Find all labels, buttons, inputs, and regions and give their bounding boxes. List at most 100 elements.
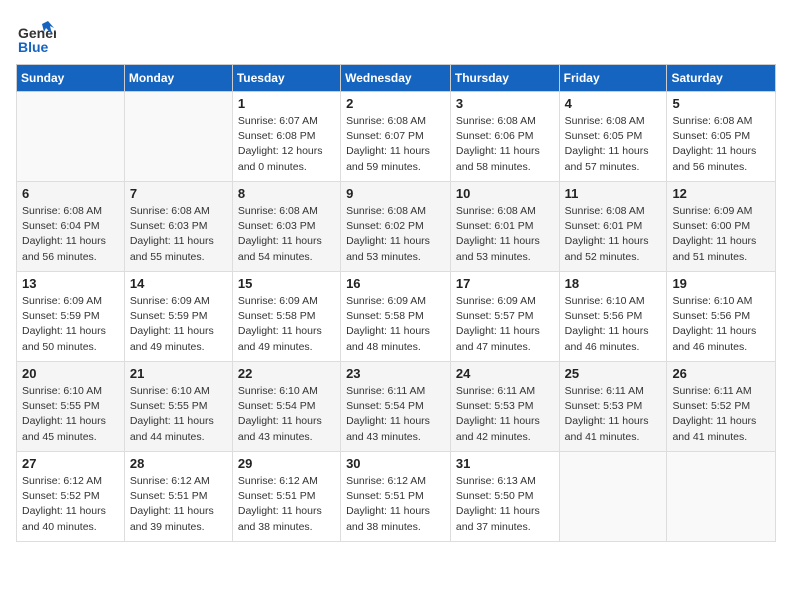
day-number: 2 [346, 96, 445, 111]
day-info: Sunrise: 6:09 AMSunset: 5:59 PMDaylight:… [130, 294, 227, 355]
day-info: Sunrise: 6:09 AMSunset: 5:59 PMDaylight:… [22, 294, 119, 355]
calendar-cell: 3Sunrise: 6:08 AMSunset: 6:06 PMDaylight… [450, 92, 559, 182]
day-number: 22 [238, 366, 335, 381]
calendar-cell [559, 452, 667, 542]
day-info: Sunrise: 6:08 AMSunset: 6:06 PMDaylight:… [456, 114, 554, 175]
day-number: 19 [672, 276, 770, 291]
day-info: Sunrise: 6:07 AMSunset: 6:08 PMDaylight:… [238, 114, 335, 175]
day-info: Sunrise: 6:08 AMSunset: 6:02 PMDaylight:… [346, 204, 445, 265]
calendar-cell: 2 Sunrise: 6:08 AMSunset: 6:07 PMDaylight… [341, 92, 451, 182]
day-info: Sunrise: 6:09 AMSunset: 5:58 PMDaylight:… [346, 294, 445, 355]
calendar-cell: 10Sunrise: 6:08 AMSunset: 6:01 PMDayligh… [450, 182, 559, 272]
day-number: 14 [130, 276, 227, 291]
day-info: Sunrise: 6:12 AMSunset: 5:51 PMDaylight:… [130, 474, 227, 535]
day-number: 9 [346, 186, 445, 201]
calendar-cell: 19 Sunrise: 6:10 AMSunset: 5:56 PMDayligh… [667, 272, 776, 362]
day-number: 17 [456, 276, 554, 291]
calendar-cell [667, 452, 776, 542]
calendar-cell: 31 Sunrise: 6:13 AMSunset: 5:50 PMDayligh… [450, 452, 559, 542]
weekday-header-sunday: Sunday [17, 65, 125, 92]
calendar-cell: 28 Sunrise: 6:12 AMSunset: 5:51 PMDayligh… [124, 452, 232, 542]
page-header: General Blue [16, 16, 776, 56]
calendar-cell: 22 Sunrise: 6:10 AMSunset: 5:54 PMDayligh… [232, 362, 340, 452]
day-number: 13 [22, 276, 119, 291]
calendar-cell [17, 92, 125, 182]
day-info: Sunrise: 6:12 AMSunset: 5:51 PMDaylight:… [346, 474, 445, 535]
calendar-cell: 5Sunrise: 6:08 AMSunset: 6:05 PMDaylight… [667, 92, 776, 182]
calendar-cell: 6 Sunrise: 6:08 AMSunset: 6:04 PMDaylight… [17, 182, 125, 272]
day-info: Sunrise: 6:12 AMSunset: 5:52 PMDaylight:… [22, 474, 119, 535]
day-info: Sunrise: 6:08 AMSunset: 6:07 PMDaylight:… [346, 114, 445, 175]
day-number: 20 [22, 366, 119, 381]
day-number: 26 [672, 366, 770, 381]
weekday-header-monday: Monday [124, 65, 232, 92]
weekday-header-friday: Friday [559, 65, 667, 92]
calendar-cell: 9 Sunrise: 6:08 AMSunset: 6:02 PMDaylight… [341, 182, 451, 272]
svg-text:Blue: Blue [18, 39, 49, 55]
day-info: Sunrise: 6:10 AMSunset: 5:55 PMDaylight:… [130, 384, 227, 445]
day-info: Sunrise: 6:09 AMSunset: 5:58 PMDaylight:… [238, 294, 335, 355]
week-row-1: 1Sunrise: 6:07 AMSunset: 6:08 PMDaylight… [17, 92, 776, 182]
week-row-3: 13 Sunrise: 6:09 AMSunset: 5:59 PMDayligh… [17, 272, 776, 362]
day-info: Sunrise: 6:10 AMSunset: 5:56 PMDaylight:… [672, 294, 770, 355]
day-number: 23 [346, 366, 445, 381]
day-info: Sunrise: 6:08 AMSunset: 6:05 PMDaylight:… [672, 114, 770, 175]
calendar-cell: 1Sunrise: 6:07 AMSunset: 6:08 PMDaylight… [232, 92, 340, 182]
day-number: 30 [346, 456, 445, 471]
logo-icon: General Blue [16, 16, 56, 56]
day-number: 16 [346, 276, 445, 291]
day-number: 29 [238, 456, 335, 471]
calendar-cell: 17 Sunrise: 6:09 AMSunset: 5:57 PMDayligh… [450, 272, 559, 362]
day-number: 6 [22, 186, 119, 201]
day-number: 25 [565, 366, 662, 381]
day-number: 21 [130, 366, 227, 381]
day-number: 15 [238, 276, 335, 291]
day-info: Sunrise: 6:12 AMSunset: 5:51 PMDaylight:… [238, 474, 335, 535]
weekday-header-wednesday: Wednesday [341, 65, 451, 92]
day-info: Sunrise: 6:09 AMSunset: 5:57 PMDaylight:… [456, 294, 554, 355]
day-info: Sunrise: 6:11 AMSunset: 5:54 PMDaylight:… [346, 384, 445, 445]
day-number: 28 [130, 456, 227, 471]
day-number: 4 [565, 96, 662, 111]
day-number: 27 [22, 456, 119, 471]
calendar-cell: 11Sunrise: 6:08 AMSunset: 6:01 PMDayligh… [559, 182, 667, 272]
calendar-cell: 29 Sunrise: 6:12 AMSunset: 5:51 PMDayligh… [232, 452, 340, 542]
calendar-table: SundayMondayTuesdayWednesdayThursdayFrid… [16, 64, 776, 542]
weekday-header-row: SundayMondayTuesdayWednesdayThursdayFrid… [17, 65, 776, 92]
calendar-cell: 16 Sunrise: 6:09 AMSunset: 5:58 PMDayligh… [341, 272, 451, 362]
calendar-cell: 23 Sunrise: 6:11 AMSunset: 5:54 PMDayligh… [341, 362, 451, 452]
calendar-cell: 25 Sunrise: 6:11 AMSunset: 5:53 PMDayligh… [559, 362, 667, 452]
calendar-cell: 14 Sunrise: 6:09 AMSunset: 5:59 PMDayligh… [124, 272, 232, 362]
day-info: Sunrise: 6:11 AMSunset: 5:53 PMDaylight:… [456, 384, 554, 445]
calendar-cell: 7 Sunrise: 6:08 AMSunset: 6:03 PMDaylight… [124, 182, 232, 272]
day-number: 24 [456, 366, 554, 381]
weekday-header-saturday: Saturday [667, 65, 776, 92]
day-info: Sunrise: 6:08 AMSunset: 6:01 PMDaylight:… [456, 204, 554, 265]
weekday-header-tuesday: Tuesday [232, 65, 340, 92]
day-info: Sunrise: 6:10 AMSunset: 5:54 PMDaylight:… [238, 384, 335, 445]
day-info: Sunrise: 6:10 AMSunset: 5:55 PMDaylight:… [22, 384, 119, 445]
calendar-cell: 20 Sunrise: 6:10 AMSunset: 5:55 PMDayligh… [17, 362, 125, 452]
calendar-cell: 27 Sunrise: 6:12 AMSunset: 5:52 PMDayligh… [17, 452, 125, 542]
calendar-cell: 15 Sunrise: 6:09 AMSunset: 5:58 PMDayligh… [232, 272, 340, 362]
day-info: Sunrise: 6:11 AMSunset: 5:53 PMDaylight:… [565, 384, 662, 445]
day-info: Sunrise: 6:10 AMSunset: 5:56 PMDaylight:… [565, 294, 662, 355]
weekday-header-thursday: Thursday [450, 65, 559, 92]
day-info: Sunrise: 6:08 AMSunset: 6:03 PMDaylight:… [130, 204, 227, 265]
calendar-cell: 26Sunrise: 6:11 AMSunset: 5:52 PMDayligh… [667, 362, 776, 452]
day-number: 11 [565, 186, 662, 201]
day-number: 7 [130, 186, 227, 201]
day-info: Sunrise: 6:08 AMSunset: 6:03 PMDaylight:… [238, 204, 335, 265]
calendar-cell [124, 92, 232, 182]
day-info: Sunrise: 6:08 AMSunset: 6:04 PMDaylight:… [22, 204, 119, 265]
calendar-cell: 30 Sunrise: 6:12 AMSunset: 5:51 PMDayligh… [341, 452, 451, 542]
calendar-cell: 13 Sunrise: 6:09 AMSunset: 5:59 PMDayligh… [17, 272, 125, 362]
day-info: Sunrise: 6:13 AMSunset: 5:50 PMDaylight:… [456, 474, 554, 535]
week-row-2: 6 Sunrise: 6:08 AMSunset: 6:04 PMDaylight… [17, 182, 776, 272]
day-info: Sunrise: 6:09 AMSunset: 6:00 PMDaylight:… [672, 204, 770, 265]
week-row-4: 20 Sunrise: 6:10 AMSunset: 5:55 PMDayligh… [17, 362, 776, 452]
logo: General Blue [16, 16, 56, 56]
day-info: Sunrise: 6:08 AMSunset: 6:05 PMDaylight:… [565, 114, 662, 175]
calendar-cell: 12Sunrise: 6:09 AMSunset: 6:00 PMDayligh… [667, 182, 776, 272]
day-number: 31 [456, 456, 554, 471]
